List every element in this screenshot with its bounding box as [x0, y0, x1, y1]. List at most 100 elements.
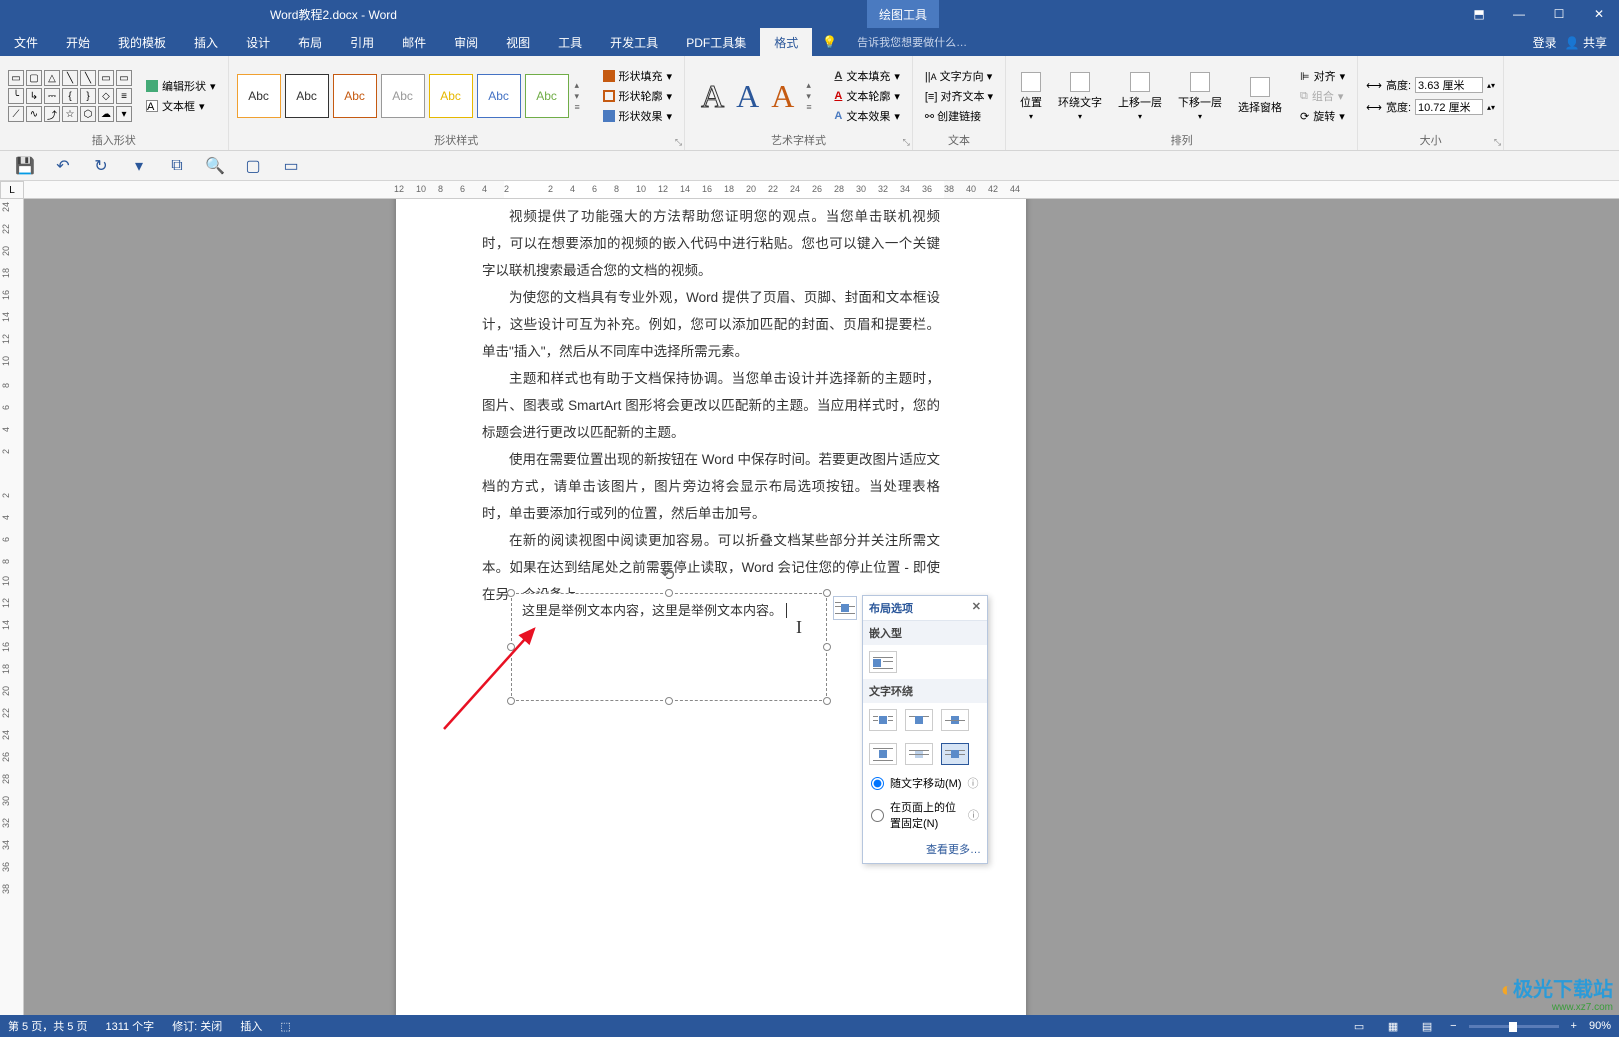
tab-layout[interactable]: 布局 [284, 28, 336, 56]
position-button[interactable]: 位置▾ [1014, 70, 1048, 123]
textbox-selected[interactable]: ⟲ 这里是举例文本内容，这里是举例文本内容。 [511, 593, 827, 701]
tab-references[interactable]: 引用 [336, 28, 388, 56]
close-button[interactable]: ✕ [1579, 0, 1619, 28]
minimize-button[interactable]: — [1499, 0, 1539, 28]
tab-developer[interactable]: 开发工具 [596, 28, 672, 56]
zoom-in[interactable]: + [1571, 1020, 1577, 1032]
tab-pdftools[interactable]: PDF工具集 [672, 28, 760, 56]
width-input[interactable] [1415, 99, 1483, 115]
style-item-6[interactable]: Abc [477, 74, 521, 118]
edit-shape-button[interactable]: 编辑形状 ▾ [142, 77, 220, 95]
layout-radio-move-with-text[interactable]: 随文字移动(M) ⓘ [863, 771, 987, 795]
tab-insert[interactable]: 插入 [180, 28, 232, 56]
text-effects-button[interactable]: A文本效果 ▾ [830, 107, 903, 125]
status-trackchanges[interactable]: 修订: 关闭 [172, 1018, 222, 1034]
style-item-5[interactable]: Abc [429, 74, 473, 118]
resize-handle-bl[interactable] [507, 697, 515, 705]
view-print-layout[interactable]: ▦ [1382, 1017, 1404, 1035]
resize-handle-tr[interactable] [823, 589, 831, 597]
login-link[interactable]: 登录 [1533, 34, 1557, 51]
ribbon-display-options[interactable]: ⬒ [1459, 0, 1499, 28]
qat-btn-6[interactable]: 🔍 [206, 157, 224, 175]
shape-style-launcher[interactable]: ⤡ [675, 137, 682, 148]
resize-handle-bc[interactable] [665, 697, 673, 705]
qat-btn-5[interactable]: ⧉ [168, 157, 186, 175]
status-page[interactable]: 第 5 页，共 5 页 [8, 1018, 87, 1034]
info-icon-2[interactable]: ⓘ [968, 807, 979, 823]
tab-tools[interactable]: 工具 [544, 28, 596, 56]
wordart-scroll-up[interactable]: ▴ [806, 80, 818, 91]
shape-effects-button[interactable]: 形状效果 ▾ [599, 107, 677, 125]
tab-mytemplates[interactable]: 我的模板 [104, 28, 180, 56]
zoom-slider[interactable] [1469, 1025, 1559, 1028]
gallery-scroll-down[interactable]: ▾ [575, 91, 587, 102]
group-button[interactable]: ⧉ 组合 ▾ [1296, 87, 1349, 105]
tab-home[interactable]: 开始 [52, 28, 104, 56]
textbox-button[interactable]: A文本框 ▾ [142, 97, 220, 115]
shape-outline-button[interactable]: 形状轮廓 ▾ [599, 87, 677, 105]
shape-gallery[interactable]: ▭▢△╲╲▭▭ ╰↳⎓{}◇≡ ⟋∿⤴☆⬡☁▾ [8, 70, 132, 122]
resize-handle-br[interactable] [823, 697, 831, 705]
document-area[interactable]: 视频提供了功能强大的方法帮助您证明您的观点。当您单击联机视频时，可以在想要添加的… [24, 199, 1619, 1015]
layout-options-close[interactable]: ✕ [972, 600, 981, 616]
tab-format[interactable]: 格式 [760, 28, 812, 56]
horizontal-ruler[interactable]: 1210864224681012141618202224262830323436… [24, 181, 1619, 199]
style-item-4[interactable]: Abc [381, 74, 425, 118]
layout-wrap-tight[interactable] [905, 709, 933, 731]
wordart-3[interactable]: A [771, 78, 794, 115]
size-launcher[interactable]: ⤡ [1494, 137, 1501, 148]
resize-handle-tc[interactable] [665, 589, 673, 597]
status-insertmode[interactable]: 插入 [240, 1018, 262, 1034]
qat-btn-7[interactable]: ▢ [244, 157, 262, 175]
wordart-2[interactable]: A [736, 78, 759, 115]
paragraph-3[interactable]: 主题和样式也有助于文档保持协调。当您单击设计并选择新的主题时，图片、图表或 Sm… [482, 365, 940, 446]
view-web-layout[interactable]: ▤ [1416, 1017, 1438, 1035]
shape-style-gallery[interactable]: Abc Abc Abc Abc Abc Abc Abc [237, 74, 569, 118]
create-link-button[interactable]: ⚯ 创建链接 [921, 107, 997, 125]
gallery-scroll-up[interactable]: ▴ [575, 80, 587, 91]
resize-handle-ml[interactable] [507, 643, 515, 651]
style-item-7[interactable]: Abc [525, 74, 569, 118]
style-item-1[interactable]: Abc [237, 74, 281, 118]
maximize-button[interactable]: ☐ [1539, 0, 1579, 28]
wordart-more[interactable]: ≡ [806, 102, 818, 112]
layout-radio-fix-position[interactable]: 在页面上的位置固定(N) ⓘ [863, 795, 987, 835]
rotate-button[interactable]: ⟳ 旋转 ▾ [1296, 107, 1349, 125]
align-text-button[interactable]: [≡] 对齐文本 ▾ [921, 87, 997, 105]
undo-button[interactable]: ↶ [54, 157, 72, 175]
zoom-out[interactable]: − [1450, 1020, 1456, 1032]
tab-file[interactable]: 文件 [0, 28, 52, 56]
tab-view[interactable]: 视图 [492, 28, 544, 56]
style-item-2[interactable]: Abc [285, 74, 329, 118]
redo-button[interactable]: ↻ [92, 157, 110, 175]
rotate-handle[interactable]: ⟲ [661, 565, 677, 581]
share-button[interactable]: 👤 共享 [1565, 34, 1607, 51]
bring-forward-button[interactable]: 上移一层▾ [1112, 70, 1168, 123]
status-extra[interactable]: ⬚ [280, 1020, 290, 1033]
wordart-1[interactable]: A [701, 78, 724, 115]
paragraph-4[interactable]: 使用在需要位置出现的新按钮在 Word 中保存时间。若要更改图片适应文档的方式，… [482, 446, 940, 527]
layout-wrap-front[interactable] [941, 743, 969, 765]
status-wordcount[interactable]: 1311 个字 [105, 1018, 154, 1034]
resize-handle-tl[interactable] [507, 589, 515, 597]
selection-pane-button[interactable]: 选择窗格 [1232, 75, 1288, 117]
resize-handle-mr[interactable] [823, 643, 831, 651]
tab-design[interactable]: 设计 [232, 28, 284, 56]
layout-inline-option[interactable] [869, 651, 897, 673]
tell-me-input[interactable]: 告诉我您想要做什么… [837, 34, 967, 50]
info-icon[interactable]: ⓘ [968, 775, 979, 791]
text-outline-button[interactable]: A文本轮廓 ▾ [830, 87, 903, 105]
layout-wrap-square[interactable] [869, 709, 897, 731]
save-button[interactable]: 💾 [16, 157, 34, 175]
style-item-3[interactable]: Abc [333, 74, 377, 118]
paragraph-2[interactable]: 为使您的文档具有专业外观，Word 提供了页眉、页脚、封面和文本框设计，这些设计… [482, 284, 940, 365]
shape-fill-button[interactable]: 形状填充 ▾ [599, 67, 677, 85]
layout-wrap-behind[interactable] [905, 743, 933, 765]
tab-mailings[interactable]: 邮件 [388, 28, 440, 56]
radio-fix-position[interactable] [871, 809, 884, 822]
send-backward-button[interactable]: 下移一层▾ [1172, 70, 1228, 123]
gallery-more[interactable]: ≡ [575, 102, 587, 112]
height-input[interactable] [1415, 77, 1483, 93]
textbox-content[interactable]: 这里是举例文本内容，这里是举例文本内容。 [522, 603, 782, 618]
text-direction-button[interactable]: ||A 文字方向 ▾ [921, 67, 997, 85]
